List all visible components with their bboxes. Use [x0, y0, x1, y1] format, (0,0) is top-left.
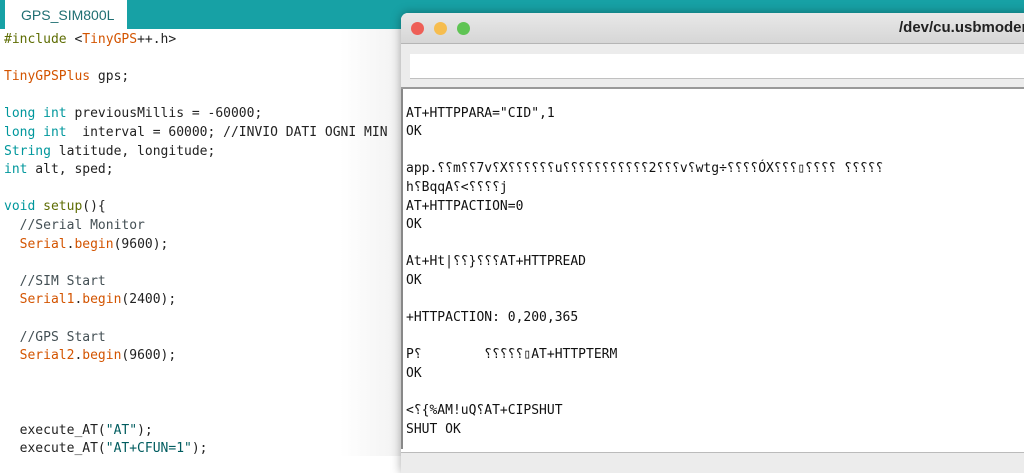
code-line: //SIM Start	[4, 273, 106, 292]
code-token: //SIM Start	[4, 273, 106, 289]
code-line: void setup(){	[4, 198, 106, 217]
code-token: );	[137, 422, 153, 438]
output-line: <⸮{%AM!uQ⸮AT+CIPSHUT	[406, 403, 563, 419]
serial-monitor-window: /dev/cu.usbmodem AT+HTTPPARA="CID",1 OK ap…	[401, 13, 1024, 473]
output-line: AT+HTTPACTION=0	[406, 198, 524, 214]
output-line: AT+HTTPPARA="CID",1	[406, 105, 555, 121]
code-token: ++.h>	[137, 32, 177, 47]
close-button[interactable]	[411, 22, 424, 35]
output-line: app.⸮⸮m⸮⸮7v⸮X⸮⸮⸮⸮⸮⸮u⸮⸮⸮⸮⸮⸮⸮⸮⸮⸮⸮2⸮⸮⸮v⸮wtg…	[406, 161, 884, 177]
code-token: begin	[82, 292, 122, 308]
code-token: long int	[4, 106, 67, 122]
output-line: P⸮ ⸮⸮⸮⸮⸮▯AT+HTTPTERM	[406, 347, 618, 363]
code-token: long int	[4, 125, 67, 140]
code-line: Serial.begin(9600);	[4, 236, 169, 255]
code-line: //Serial Monitor	[4, 217, 145, 236]
code-token: "AT+CFUN=1"	[105, 441, 192, 457]
send-bar	[401, 44, 1024, 89]
code-line: int alt, sped;	[4, 161, 114, 180]
output-line: SHUT OK	[406, 421, 461, 437]
code-token: (9600);	[121, 348, 177, 364]
code-line: long int interval = 60000; //INVIO DATI …	[4, 124, 388, 143]
code-line: TinyGPSPlus gps;	[4, 68, 129, 87]
code-token: "AT"	[105, 422, 138, 438]
code-token: gps;	[90, 69, 130, 85]
code-token: (9600);	[113, 236, 169, 252]
code-line: #include <TinyGPS++.h>	[4, 31, 176, 50]
output-line: OK	[406, 273, 422, 288]
code-token: alt, sped;	[27, 162, 114, 178]
output-line: OK	[406, 366, 422, 381]
window-title: /dev/cu.usbmodem	[899, 19, 1024, 36]
zoom-button[interactable]	[457, 22, 470, 35]
code-token: begin	[74, 236, 114, 252]
code-line: //GPS Start	[4, 329, 106, 348]
code-token: (){	[82, 199, 106, 215]
code-token: String	[4, 143, 51, 159]
tab-gps-sim800l[interactable]: GPS_SIM800L	[5, 0, 127, 29]
code-token: execute_AT(	[4, 422, 106, 438]
code-token: );	[191, 441, 208, 457]
code-editor[interactable]: #include <TinyGPS++.h> TinyGPSPlus gps; lo…	[0, 29, 420, 456]
status-bar	[401, 452, 1024, 473]
code-token: #include	[4, 32, 75, 47]
code-token: execute_AT(	[4, 441, 106, 457]
code-line: Serial1.begin(2400);	[4, 291, 177, 310]
code-line: String latitude, longitude;	[4, 143, 215, 162]
code-line: long int previousMillis = -60000;	[4, 105, 262, 124]
code-line: execute_AT("AT");	[4, 422, 153, 441]
code-token: TinyGPSPlus	[4, 69, 91, 85]
code-token: Serial	[19, 236, 67, 252]
code-token: latitude, longitude;	[50, 143, 216, 159]
code-token: Serial2	[19, 348, 75, 364]
code-token: void	[4, 199, 36, 215]
window-title-bar[interactable]: /dev/cu.usbmodem	[401, 13, 1024, 44]
code-token: previousMillis = -60000;	[66, 106, 263, 122]
output-line: OK	[406, 217, 422, 233]
output-line: +HTTPACTION: 0,200,365	[406, 310, 579, 326]
output-line: OK	[406, 124, 422, 140]
code-token: interval = 60000; //INVIO DATI OGNI MIN	[66, 125, 388, 140]
minimize-button[interactable]	[434, 22, 447, 35]
code-token: (2400);	[121, 292, 177, 308]
code-token: //GPS Start	[4, 329, 106, 345]
serial-output[interactable]: AT+HTTPPARA="CID",1 OK app.⸮⸮m⸮⸮7v⸮X⸮⸮⸮⸮⸮⸮…	[401, 89, 1024, 449]
code-token: begin	[82, 348, 122, 364]
code-token: int	[4, 162, 28, 178]
output-line: At+Ht|⸮⸮}⸮⸮⸮AT+HTTPREAD	[406, 254, 587, 270]
output-line: h⸮BqqA⸮<⸮⸮⸮⸮j	[406, 180, 508, 195]
code-line: Serial2.begin(9600);	[4, 347, 177, 366]
code-token: Serial1	[19, 292, 75, 308]
code-token: //Serial Monitor	[4, 218, 145, 233]
code-token: TinyGPS	[82, 32, 138, 47]
serial-input[interactable]	[410, 54, 1024, 79]
code-token: setup	[43, 199, 83, 215]
